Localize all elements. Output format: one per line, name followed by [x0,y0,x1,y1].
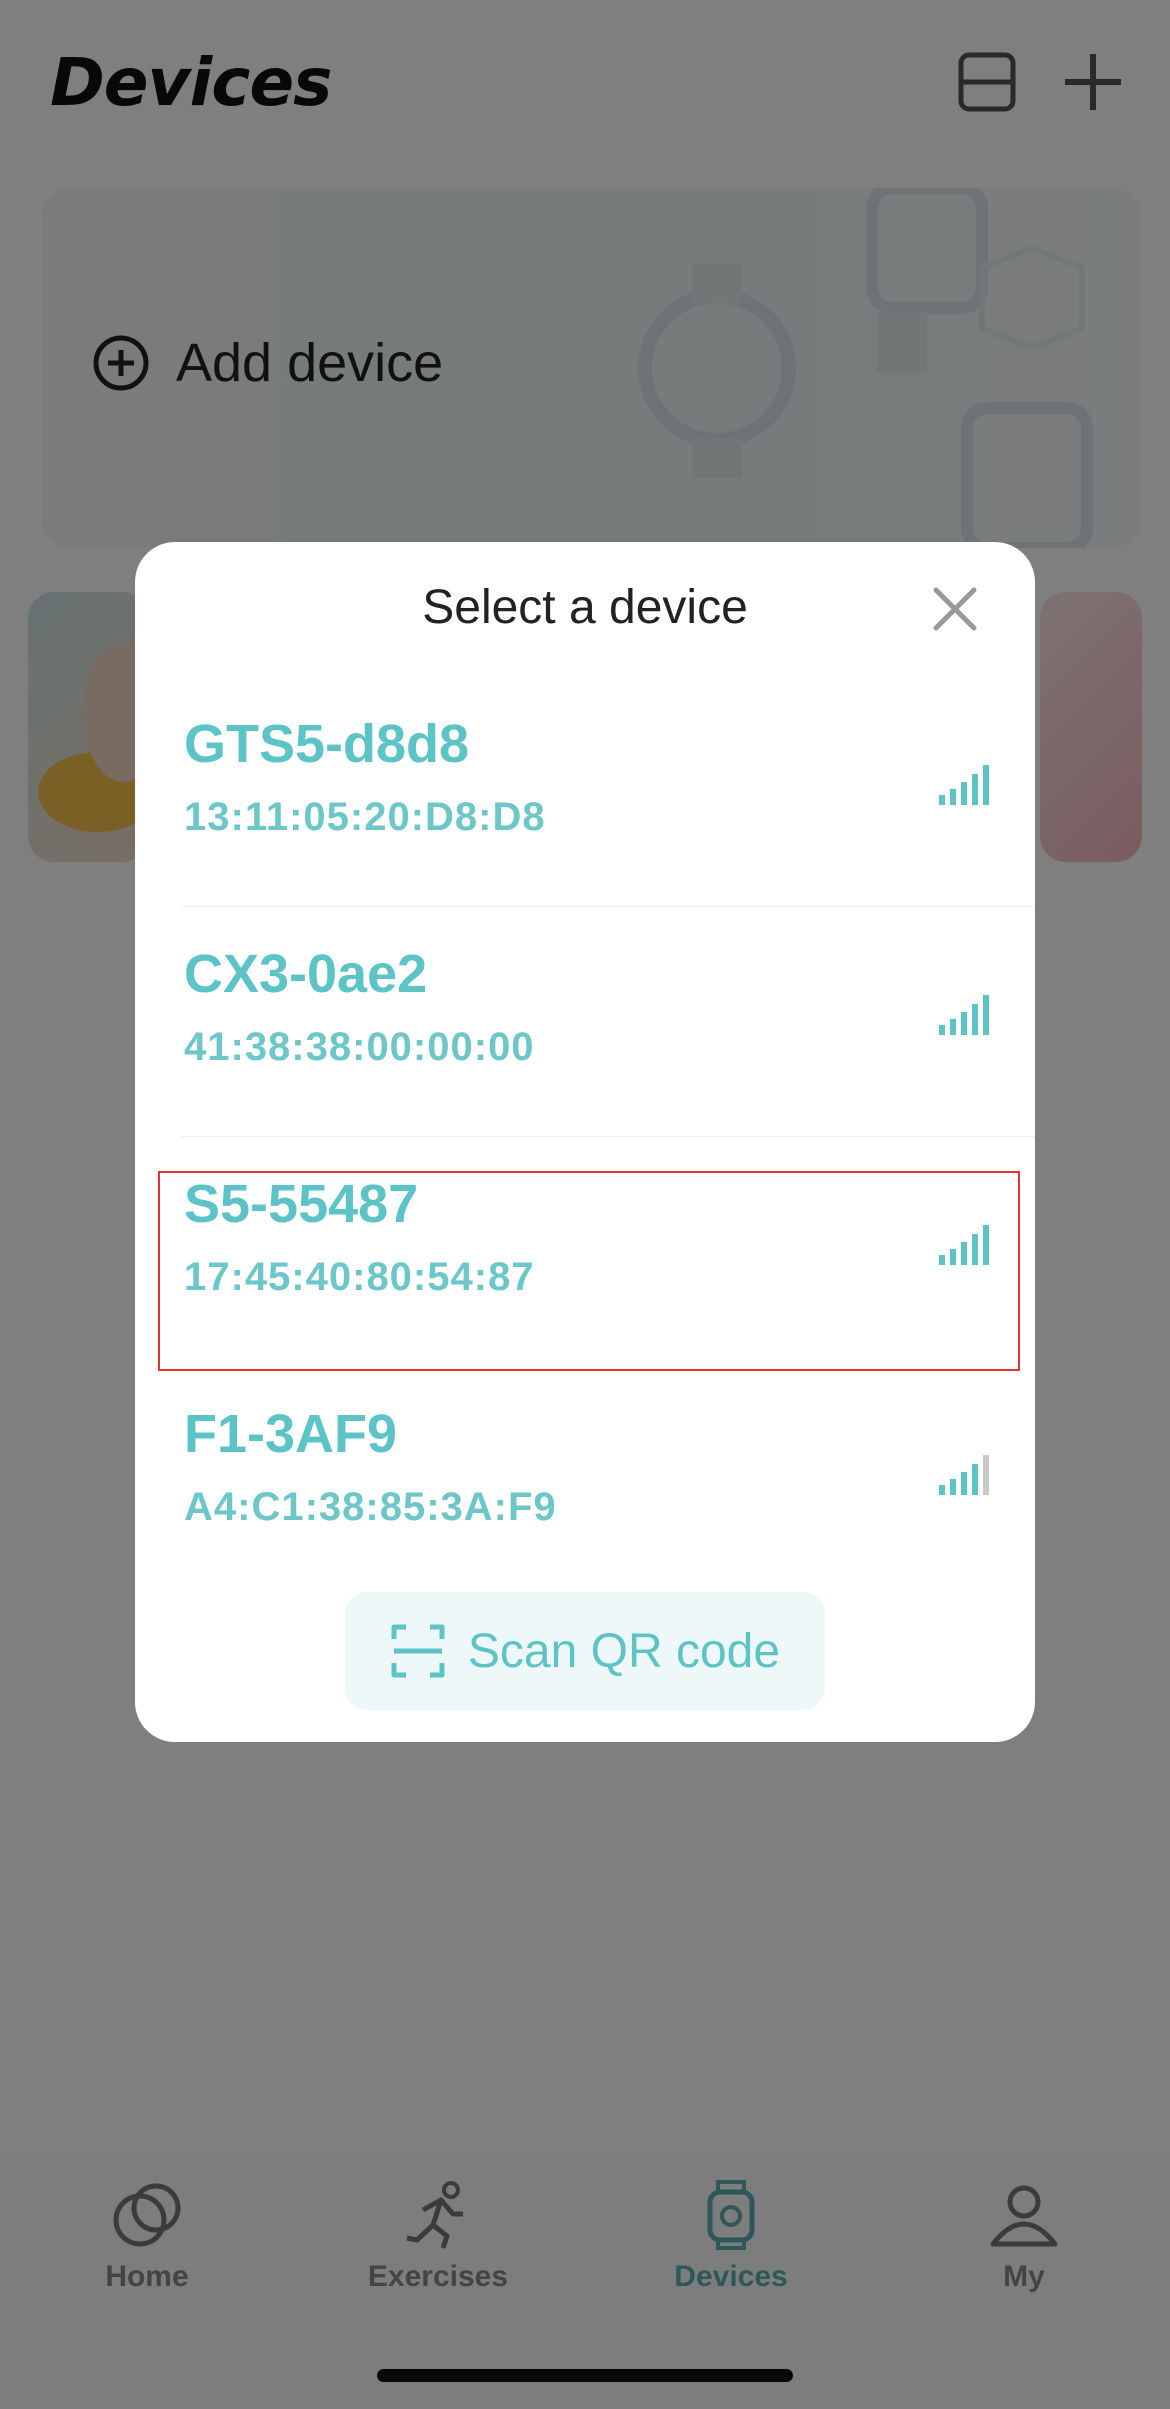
scan-qr-button[interactable]: Scan QR code [345,1592,825,1710]
device-name: CX3-0ae2 [184,944,428,1004]
device-row[interactable]: GTS5-d8d8 13:11:05:20:D8:D8 [135,677,1035,907]
select-device-modal: Select a device GTS5-d8d8 13:11:05:20:D8… [135,542,1035,1742]
modal-title: Select a device [422,581,748,634]
device-name: F1-3AF9 [184,1404,398,1464]
scan-icon [391,1624,445,1678]
scan-qr-label: Scan QR code [467,1624,781,1678]
close-button[interactable] [930,584,980,634]
device-mac: 13:11:05:20:D8:D8 [184,795,546,839]
selected-device-highlight [158,1171,1020,1371]
signal-strength-icon [939,1455,989,1495]
device-row[interactable]: CX3-0ae2 41:38:38:00:00:00 [135,907,1035,1137]
signal-strength-icon [939,765,989,805]
device-name: GTS5-d8d8 [184,714,470,774]
signal-strength-icon [939,995,989,1035]
close-icon [933,587,977,631]
device-row[interactable]: F1-3AF9 A4:C1:38:85:3A:F9 [135,1367,1035,1597]
device-mac: A4:C1:38:85:3A:F9 [184,1485,557,1529]
device-mac: 41:38:38:00:00:00 [184,1025,535,1069]
